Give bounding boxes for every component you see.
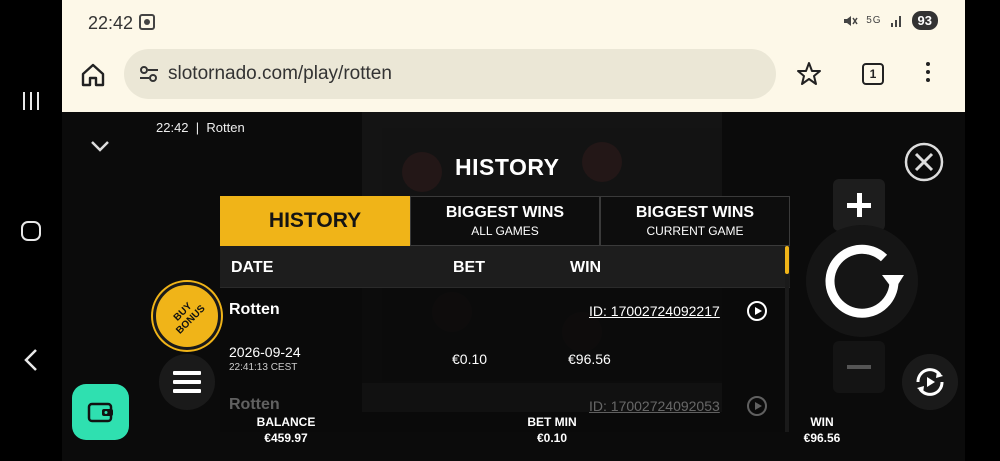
- history-title: HISTORY: [455, 154, 560, 180]
- row-time: 22:41:13 CEST: [229, 362, 298, 373]
- tab-label: BIGGEST WINS: [635, 204, 755, 221]
- column-bet: BET: [453, 259, 485, 276]
- history-tabs: HISTORY BIGGEST WINS ALL GAMES BIGGEST W…: [220, 196, 790, 246]
- buy-bonus-label: BUY BONUS: [171, 300, 208, 337]
- screen-record-icon: [139, 14, 155, 30]
- plus-icon[interactable]: [833, 179, 885, 231]
- autoplay-icon[interactable]: [902, 354, 958, 410]
- balance-display: BALANCE €459.97: [248, 415, 324, 445]
- scrollbar-thumb[interactable]: [785, 246, 789, 274]
- signal-icon: 5G: [866, 15, 882, 26]
- menu-icon[interactable]: [159, 354, 215, 410]
- star-icon[interactable]: [795, 60, 823, 88]
- more-icon[interactable]: [924, 62, 932, 82]
- tab-biggest-wins-current[interactable]: BIGGEST WINS CURRENT GAME: [600, 196, 790, 246]
- home-nav-icon[interactable]: [0, 206, 62, 256]
- tune-icon[interactable]: [138, 63, 160, 85]
- row-date: 2026-09-24: [229, 344, 301, 360]
- game-name: Rotten: [206, 120, 245, 135]
- balance-value: €459.97: [264, 431, 308, 445]
- browser-chrome: 22:42 5G 93 slotornado.com/play/rotten 1: [62, 0, 965, 112]
- signal-bars-icon: [890, 15, 901, 27]
- url-bar[interactable]: slotornado.com/play/rotten: [124, 49, 776, 99]
- row-game: Rotten: [229, 396, 280, 413]
- bet-value: €0.10: [536, 431, 568, 445]
- tab-sublabel: CURRENT GAME: [646, 224, 744, 238]
- tab-sublabel: ALL GAMES: [471, 224, 539, 238]
- battery-badge: 93: [911, 11, 938, 30]
- tab-history[interactable]: HISTORY: [220, 196, 410, 246]
- play-icon[interactable]: [747, 301, 767, 321]
- bet-label: BET MIN: [527, 415, 577, 429]
- game-header: 22:42 | Rotten: [156, 120, 245, 135]
- bet-display: BET MIN €0.10: [520, 415, 584, 445]
- header-separator: |: [195, 120, 200, 135]
- home-icon[interactable]: [79, 61, 107, 89]
- round-id-link[interactable]: ID: 17002724092053: [589, 398, 720, 414]
- column-header: DATE BET WIN: [220, 246, 790, 288]
- row-game: Rotten: [229, 301, 280, 318]
- tab-biggest-wins-all[interactable]: BIGGEST WINS ALL GAMES: [410, 196, 600, 246]
- tab-label: HISTORY: [268, 209, 362, 232]
- game-area: 22:42 | Rotten HISTORY HISTORY BIGGEST W…: [62, 112, 965, 461]
- tab-label: BIGGEST WINS: [445, 204, 565, 221]
- back-icon[interactable]: [0, 335, 62, 385]
- row-win: €96.56: [568, 351, 611, 367]
- recents-icon[interactable]: [0, 76, 62, 126]
- info-bar: BALANCE €459.97 BET MIN €0.10 WIN €96.56: [62, 415, 965, 461]
- game-clock: 22:42: [156, 120, 189, 135]
- mute-icon: [844, 15, 858, 26]
- win-display: WIN €96.56: [790, 415, 854, 445]
- tabs-icon[interactable]: 1: [862, 63, 884, 85]
- balance-label: BALANCE: [256, 415, 316, 429]
- play-icon[interactable]: [747, 396, 767, 416]
- status-icons: 5G 93: [842, 11, 938, 30]
- round-id-link[interactable]: ID: 17002724092217: [589, 303, 720, 319]
- history-panel: HISTORY BIGGEST WINS ALL GAMES BIGGEST W…: [220, 196, 790, 432]
- wallet-icon[interactable]: [72, 384, 129, 440]
- chevron-down-icon[interactable]: [88, 134, 112, 158]
- android-nav-rail: [0, 0, 62, 461]
- close-icon[interactable]: [903, 141, 945, 183]
- table-row: Rotten ID: 17002724092217 2026-09-24 22:…: [220, 288, 790, 383]
- column-win: WIN: [570, 259, 602, 276]
- minus-icon[interactable]: [833, 341, 885, 393]
- spin-icon[interactable]: [806, 225, 918, 337]
- column-date: DATE: [231, 259, 274, 276]
- row-bet: €0.10: [452, 351, 488, 367]
- scrollbar[interactable]: [785, 246, 789, 432]
- win-label: WIN: [810, 415, 834, 429]
- status-time: 22:42: [88, 13, 134, 33]
- url-text: slotornado.com/play/rotten: [168, 63, 392, 84]
- buy-bonus-button[interactable]: BUY BONUS: [153, 282, 221, 350]
- win-value: €96.56: [803, 431, 841, 445]
